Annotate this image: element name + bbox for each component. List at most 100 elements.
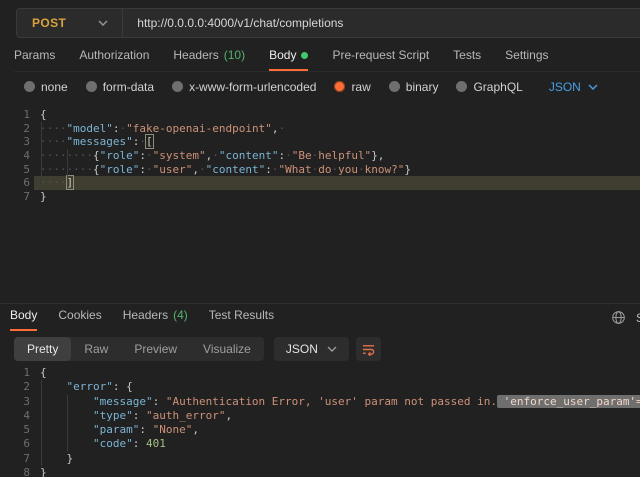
body-mode-form-data[interactable]: form-data <box>86 80 154 94</box>
body-mode-binary[interactable]: binary <box>389 80 439 94</box>
url-input[interactable]: http://0.0.0.0:4000/v1/chat/completions <box>123 16 343 30</box>
tab-label: Settings <box>505 48 548 62</box>
response-body-viewer[interactable]: 1{2 "error": {3 "message": "Authenticati… <box>0 361 640 477</box>
code-line[interactable]: 5 "param": "None", <box>0 423 640 437</box>
line-number: 2 <box>0 380 30 394</box>
tab-count-badge: (10) <box>224 48 245 62</box>
code-text: "type": "auth_error", <box>30 409 640 423</box>
body-mode-raw[interactable]: raw <box>334 80 370 94</box>
code-text: } <box>30 190 640 204</box>
code-line[interactable]: 7 } <box>0 452 640 466</box>
code-line[interactable]: 2····"model":·"fake-openai-endpoint",· <box>0 122 640 136</box>
tab-body[interactable]: Body <box>269 45 308 71</box>
response-tab-cookies[interactable]: Cookies <box>58 304 101 331</box>
chevron-down-icon <box>327 346 337 352</box>
code-text: ········{"role":·"user",·"content":·"Wha… <box>30 163 640 177</box>
response-toolbar: PrettyRawPreviewVisualize JSON <box>14 337 640 361</box>
code-line[interactable]: 3····"messages":·[ <box>0 135 640 149</box>
body-mode-none[interactable]: none <box>24 80 68 94</box>
response-language-select[interactable]: JSON <box>274 337 349 361</box>
code-line[interactable]: 4 "type": "auth_error", <box>0 409 640 423</box>
wrap-text-button[interactable] <box>356 337 381 361</box>
globe-icon[interactable] <box>611 310 636 325</box>
radio-label: none <box>41 80 68 94</box>
body-mode-x-www-form-urlencoded[interactable]: x-www-form-urlencoded <box>172 80 316 94</box>
chevron-down-icon[interactable] <box>76 20 122 26</box>
code-line[interactable]: 1{ <box>0 366 640 380</box>
response-tab-headers[interactable]: Headers (4) <box>123 304 188 331</box>
view-mode-pretty[interactable]: Pretty <box>14 337 71 361</box>
body-language-label: JSON <box>549 80 581 94</box>
radio-label: form-data <box>103 80 154 94</box>
request-body-editor[interactable]: 1{2····"model":·"fake-openai-endpoint",·… <box>0 104 640 296</box>
text-wrap-icon <box>361 343 376 356</box>
tab-label: Cookies <box>58 308 101 322</box>
chevron-down-icon <box>588 84 598 90</box>
tab-settings[interactable]: Settings <box>505 45 548 71</box>
code-line[interactable]: 2 "error": { <box>0 380 640 394</box>
line-number: 5 <box>0 163 30 177</box>
code-line[interactable]: 5········{"role":·"user",·"content":·"Wh… <box>0 163 640 177</box>
code-line[interactable]: 6 "code": 401 <box>0 437 640 451</box>
response-tabs: BodyCookiesHeaders(4)Test Results S <box>10 304 640 331</box>
active-tab-underline <box>269 69 308 71</box>
indent-guide <box>41 380 42 466</box>
code-text: } <box>30 466 640 477</box>
view-mode-raw[interactable]: Raw <box>71 337 121 361</box>
line-number: 1 <box>0 366 30 380</box>
code-text: "error": { <box>30 380 640 394</box>
tab-label: Params <box>14 48 55 62</box>
line-number: 7 <box>0 452 30 466</box>
code-text: ····] <box>30 176 640 190</box>
line-number: 2 <box>0 122 30 136</box>
code-line[interactable]: 7} <box>0 190 640 204</box>
green-dot-icon <box>301 52 308 59</box>
view-mode-visualize[interactable]: Visualize <box>190 337 264 361</box>
tab-label: Authorization <box>79 48 149 62</box>
tab-label: Pre-request Script <box>332 48 429 62</box>
body-mode-graphql[interactable]: GraphQL <box>456 80 522 94</box>
method-selector[interactable]: POST <box>17 16 76 30</box>
code-text: "code": 401 <box>30 437 640 451</box>
indent-guide <box>67 149 68 176</box>
radio-icon <box>456 81 467 92</box>
tab-label: Headers <box>173 48 218 62</box>
tab-authorization[interactable]: Authorization <box>79 45 149 71</box>
view-mode-preview[interactable]: Preview <box>121 337 190 361</box>
response-tab-test-results[interactable]: Test Results <box>209 304 274 331</box>
radio-label: binary <box>406 80 439 94</box>
tab-pre-request-script[interactable]: Pre-request Script <box>332 45 429 71</box>
radio-label: x-www-form-urlencoded <box>189 80 316 94</box>
tab-params[interactable]: Params <box>14 45 55 71</box>
tab-headers[interactable]: Headers (10) <box>173 45 245 71</box>
code-text: { <box>30 108 640 122</box>
radio-label: GraphQL <box>473 80 522 94</box>
request-tabs: Params Authorization Headers (10) Body Pre-re… <box>14 45 640 72</box>
response-tab-body[interactable]: Body <box>10 304 37 331</box>
tab-count-badge: (4) <box>173 308 188 322</box>
radio-icon <box>86 81 97 92</box>
code-text: } <box>30 452 640 466</box>
request-url-bar: POST http://0.0.0.0:4000/v1/chat/complet… <box>16 8 640 38</box>
code-line[interactable]: 1{ <box>0 108 640 122</box>
tab-tests[interactable]: Tests <box>453 45 481 71</box>
tab-label: Body <box>10 308 37 322</box>
tab-label: Body <box>269 48 296 62</box>
tab-label: Headers <box>123 308 168 322</box>
tab-label: Tests <box>453 48 481 62</box>
line-number: 1 <box>0 108 30 122</box>
code-text: ········{"role":·"system",·"content":·"B… <box>30 149 640 163</box>
code-text: { <box>30 366 640 380</box>
code-text: ····"messages":·[ <box>30 135 640 149</box>
code-line[interactable]: 3 "message": "Authentication Error, 'use… <box>0 395 640 409</box>
line-number: 7 <box>0 190 30 204</box>
line-number: 6 <box>0 176 30 190</box>
radio-icon <box>172 81 183 92</box>
code-line[interactable]: 4········{"role":·"system",·"content":·"… <box>0 149 640 163</box>
code-line[interactable]: 8} <box>0 466 640 477</box>
line-number: 6 <box>0 437 30 451</box>
code-line[interactable]: 6····] <box>0 176 640 190</box>
response-language-label: JSON <box>286 342 318 356</box>
tab-label: Test Results <box>209 308 274 322</box>
body-language-select[interactable]: JSON <box>549 80 598 94</box>
